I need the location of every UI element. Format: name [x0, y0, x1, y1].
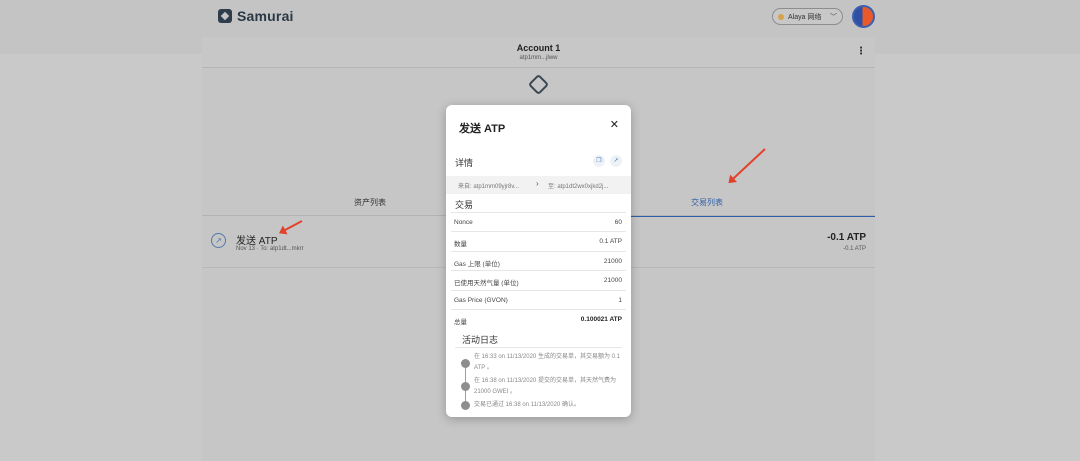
detail-row-gas-price: Gas Price (GVON) 1: [451, 289, 626, 309]
transaction-subtitle: Nov 13 · To: atp1dt...mkrr: [236, 246, 304, 252]
app-name: Samurai: [237, 8, 294, 24]
send-arrow-icon: ↗: [211, 233, 226, 248]
network-selector[interactable]: Alaya 网络 ﹀: [772, 8, 843, 25]
timeline-dot-submitted-icon: [461, 382, 470, 391]
chevron-down-icon: ﹀: [830, 13, 837, 21]
timeline-dot-created-icon: [461, 359, 470, 368]
detail-value: 0.1 ATP: [599, 238, 622, 246]
detail-row-gas-used: 已使用天然气量 (单位) 21000: [451, 270, 626, 289]
detail-key: Gas Price (GVON): [454, 296, 508, 304]
account-header: Account 1 atp1mm...jlww ⋮: [202, 37, 875, 68]
details-heading: 详情: [455, 158, 474, 168]
app-logo[interactable]: Samurai: [218, 8, 294, 24]
token-logo-icon: [527, 73, 550, 96]
copy-icon[interactable]: ❐: [593, 155, 605, 167]
activity-item: 在 16:33 on 11/13/2020 生成的交易单，其交易额为 0.1 A…: [474, 354, 620, 371]
account-name[interactable]: Account 1: [202, 43, 875, 53]
network-label: Alaya 网络: [788, 13, 822, 21]
transaction-detail-modal: 发送 ATP ✕ 详情 ❐ ↗ 来自: atp1mm09yjr8v... › 至…: [446, 105, 631, 417]
detail-key: Gas 上限 (单位): [454, 260, 500, 268]
transaction-amount: -0.1 ATP: [827, 232, 866, 243]
account-avatar[interactable]: [852, 5, 875, 28]
detail-key: 总量: [454, 318, 467, 326]
transaction-title: 发送 ATP: [236, 236, 278, 247]
more-options-icon[interactable]: ⋮: [856, 47, 866, 57]
activity-item: 在 16:38 on 11/13/2020 提交的交易单，其天然气费为 2100…: [474, 378, 616, 395]
transaction-heading: 交易: [455, 200, 474, 210]
modal-title: 发送 ATP: [459, 123, 506, 135]
detail-key: 已使用天然气量 (单位): [454, 280, 519, 288]
network-status-dot: [778, 13, 784, 20]
chevron-right-icon: ›: [536, 179, 539, 188]
activity-divider: [455, 347, 622, 348]
detail-value: 0.100021 ATP: [580, 315, 622, 323]
from-to-bar: 来自: atp1mm09yjr8v... › 至: atp1dt2wx0xjkd…: [446, 176, 631, 194]
close-icon[interactable]: ✕: [610, 120, 619, 131]
detail-value: 21000: [603, 277, 622, 285]
from-address[interactable]: 来自: atp1mm09yjr8v...: [458, 181, 519, 190]
external-link-icon[interactable]: ↗: [610, 155, 622, 167]
detail-value: 21000: [603, 257, 622, 265]
detail-row-amount: 数量 0.1 ATP: [451, 231, 626, 250]
activity-item: 交易已通过 16:38 on 11/13/2020 确认。: [474, 402, 580, 408]
detail-row-gas-limit: Gas 上限 (单位) 21000: [451, 250, 626, 270]
detail-key: 数量: [454, 241, 467, 249]
to-address[interactable]: 至: atp1dt2wx0xjkd2j...: [548, 181, 608, 190]
timeline-dot-confirmed-icon: [461, 401, 470, 410]
samurai-logo-icon: [218, 9, 232, 23]
detail-value: 60: [614, 219, 622, 226]
detail-row-nonce: Nonce 60: [451, 212, 626, 231]
account-address[interactable]: atp1mm...jlww: [202, 55, 875, 61]
detail-value: 1: [618, 296, 622, 304]
transaction-details-table: Nonce 60 数量 0.1 ATP Gas 上限 (单位) 21000 已使…: [451, 212, 626, 328]
transaction-amount-secondary: -0.1 ATP: [843, 246, 866, 252]
activity-log-heading: 活动日志: [462, 335, 499, 345]
detail-key: Nonce: [454, 219, 473, 226]
detail-row-total: 总量 0.100021 ATP: [451, 308, 626, 328]
